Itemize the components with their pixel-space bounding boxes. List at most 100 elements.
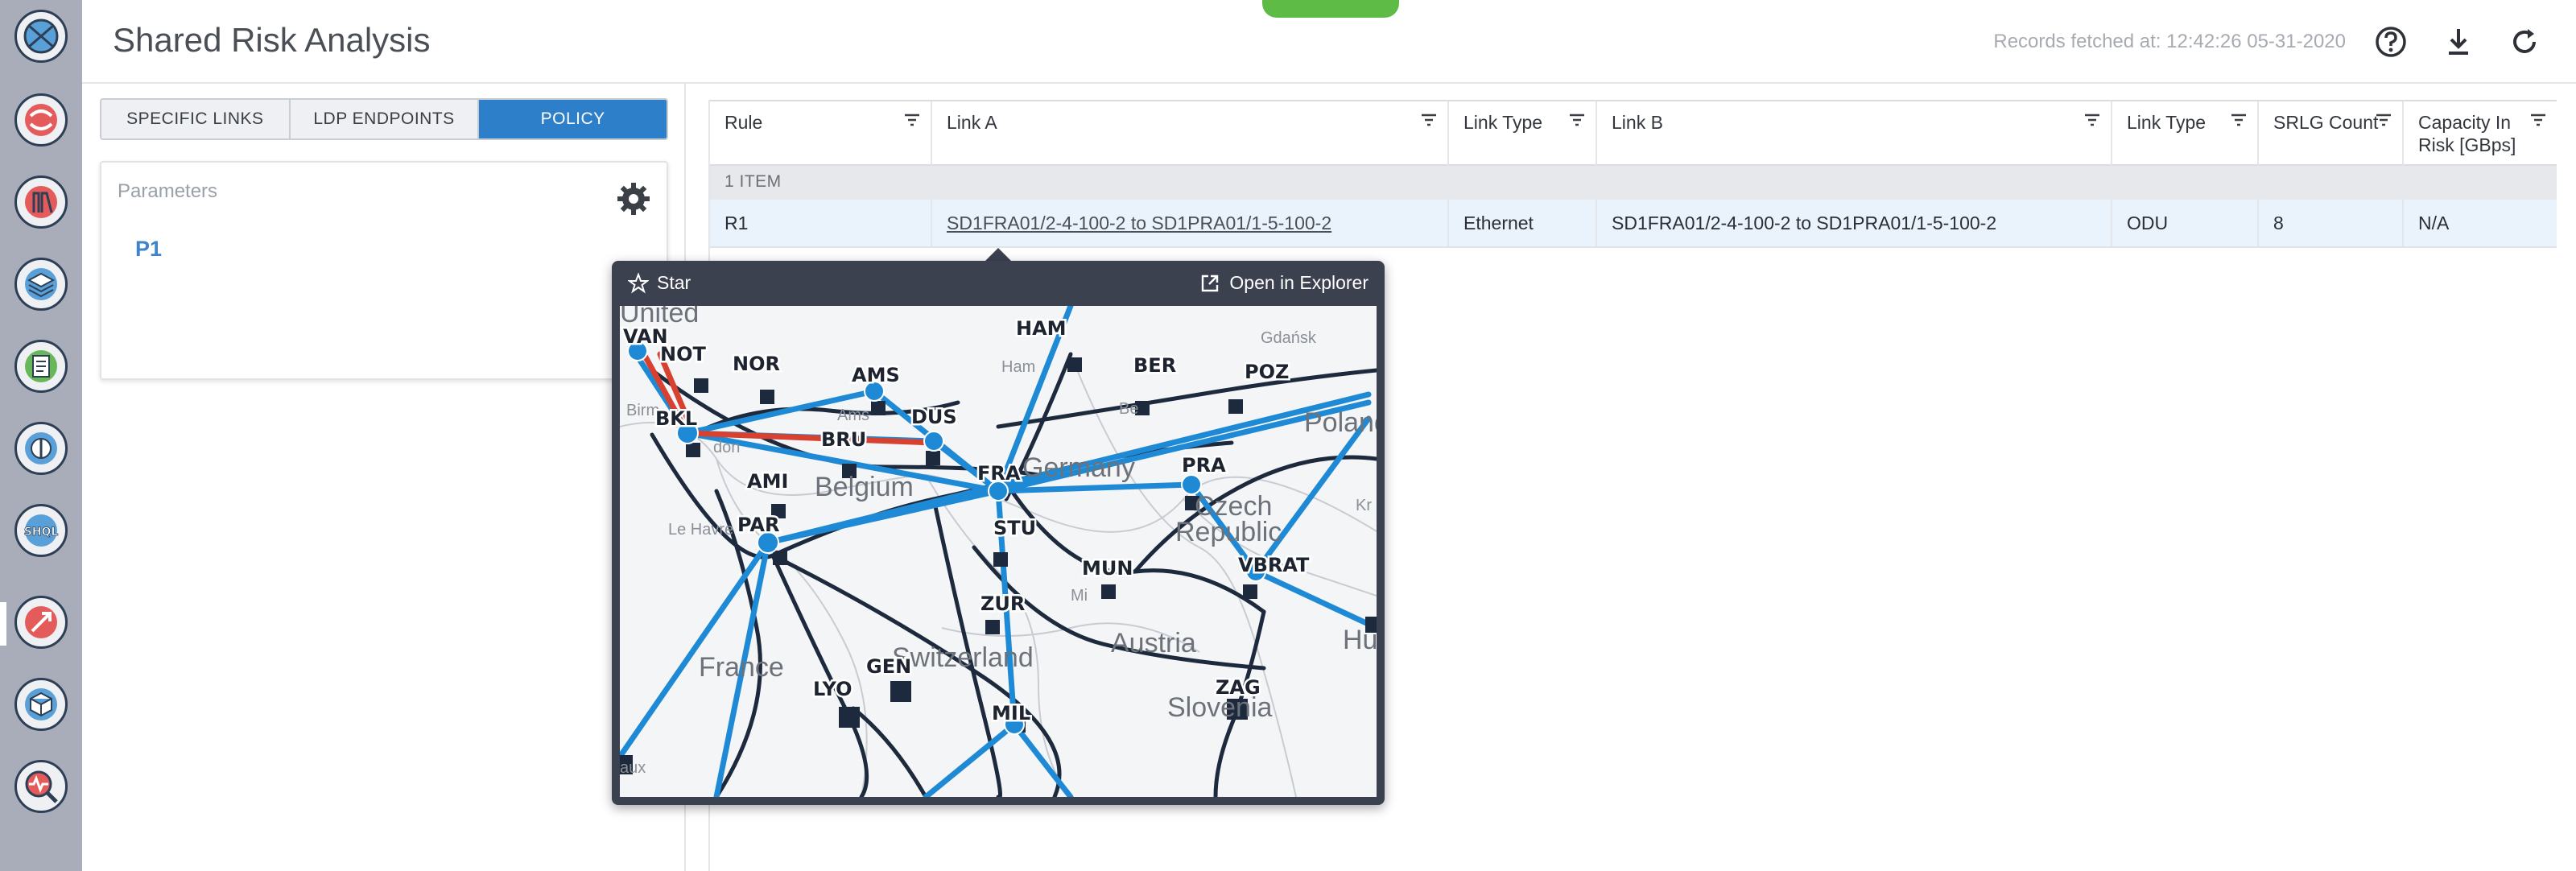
column-header-label: Link Type <box>2127 112 2207 133</box>
map-node-label[interactable]: FRA <box>976 460 1023 487</box>
map-place-label: Austria <box>1111 628 1196 658</box>
column-header-label: Link B <box>1612 112 1663 133</box>
map-node-label[interactable]: PAR <box>736 512 782 539</box>
filter-icon[interactable] <box>2230 113 2248 127</box>
download-icon[interactable] <box>2439 23 2478 61</box>
search-pulse-icon[interactable] <box>14 760 68 813</box>
column-header-label: Capacity In Risk [GBps] <box>2418 112 2516 155</box>
map-node-label[interactable]: MUN <box>1080 555 1135 582</box>
column-header-link-type-b[interactable]: Link Type <box>2112 101 2259 166</box>
map-node-label[interactable]: ZUR <box>979 591 1027 617</box>
help-icon[interactable] <box>2372 23 2410 61</box>
shql-icon[interactable]: SHQL <box>14 504 68 557</box>
layers-icon[interactable] <box>14 258 68 311</box>
map-node-label[interactable]: PRA <box>1180 452 1228 479</box>
filter-icon[interactable] <box>903 113 921 127</box>
column-header-link-type-a[interactable]: Link Type <box>1449 101 1597 166</box>
star-icon <box>628 272 649 294</box>
column-header-label: SRLG Count <box>2273 112 2379 133</box>
map-place-label: Poland <box>1304 407 1377 438</box>
tab-specific-links[interactable]: SPECIFIC LINKS <box>101 100 291 138</box>
map-node-label[interactable]: POZ <box>1243 359 1291 386</box>
column-header-label: Rule <box>724 112 763 133</box>
map-place-label: aux <box>620 759 646 777</box>
document-icon[interactable] <box>14 340 68 393</box>
open-in-explorer-button[interactable]: Open in Explorer <box>1200 272 1368 294</box>
map-place-label: don <box>713 439 740 456</box>
gear-icon[interactable] <box>615 180 652 217</box>
map-node-label[interactable]: BRU <box>819 427 869 453</box>
filter-icon[interactable] <box>1420 113 1438 127</box>
map-node-label[interactable]: NOT <box>658 341 708 368</box>
page-title: Shared Risk Analysis <box>113 21 431 59</box>
table-header: Rule Link A Link Type Link B Link Type S… <box>710 100 2557 166</box>
column-header-srlg-count[interactable]: SRLG Count <box>2259 101 2404 166</box>
map-node-label[interactable]: MIL <box>990 700 1033 727</box>
status-pill <box>1262 0 1399 18</box>
map-place-label: Birm <box>626 402 659 419</box>
column-header-label: Link A <box>947 112 997 133</box>
map-place-label: Republic <box>1175 517 1282 547</box>
map-node-label[interactable]: DUS <box>910 404 960 431</box>
left-rail: SHQL <box>0 0 82 871</box>
map-node-label[interactable]: BER <box>1132 353 1179 379</box>
map-place-label: France <box>699 652 784 683</box>
filter-icon[interactable] <box>1568 113 1586 127</box>
external-link-icon <box>1202 275 1219 291</box>
filter-icon[interactable] <box>2083 113 2101 127</box>
map-node-label[interactable]: AMI <box>745 469 791 495</box>
active-rail-marker <box>0 602 6 646</box>
star-label: Star <box>657 272 691 293</box>
compass-icon[interactable] <box>14 422 68 475</box>
map-place-label: Germany <box>1022 452 1135 483</box>
records-fetched-text: Records fetched at: 12:42:26 05-31-2020 <box>1993 31 2346 52</box>
column-header-capacity-in-risk[interactable]: Capacity In Risk [GBps] <box>2404 101 2557 166</box>
filter-icon[interactable] <box>2375 113 2392 127</box>
cube-icon[interactable] <box>14 678 68 731</box>
map-place-label: Ham <box>1001 358 1035 376</box>
parameters-card: Parameters P1 <box>100 161 668 380</box>
filter-icon[interactable] <box>2529 113 2547 127</box>
refresh-icon[interactable] <box>2505 23 2544 61</box>
map-place-label: Ams <box>837 407 869 424</box>
link-map-popup: Star Open in Explorer United Belgium Fra… <box>612 261 1385 805</box>
map-node-label[interactable]: GEN <box>865 654 914 680</box>
map-node-label[interactable]: HAM <box>1014 316 1069 342</box>
cell-link-type-a: Ethernet <box>1449 200 1597 246</box>
network-map[interactable]: United Belgium France Austria Slovenia C… <box>620 306 1377 797</box>
table-row[interactable]: R1 SD1FRA01/2-4-100-2 to SD1PRA01/1-5-10… <box>710 200 2557 248</box>
cell-link-a[interactable]: SD1FRA01/2-4-100-2 to SD1PRA01/1-5-100-2 <box>932 200 1449 246</box>
map-node-label[interactable]: LYO <box>811 676 854 703</box>
map-node-label[interactable]: VBRAT <box>1236 552 1312 579</box>
open-in-explorer-label: Open in Explorer <box>1229 272 1368 293</box>
globe-icon[interactable] <box>14 10 68 63</box>
map-place-label: Le Havre <box>668 521 733 539</box>
map-node-label[interactable]: ZAG <box>1214 675 1263 701</box>
star-button[interactable]: Star <box>628 272 691 294</box>
parameter-item-p1[interactable]: P1 <box>135 237 162 262</box>
map-node-label[interactable]: AMS <box>850 362 902 389</box>
map-node-label[interactable]: NOR <box>731 351 782 378</box>
ruler-icon[interactable] <box>14 175 68 229</box>
map-place-label: Switzerland <box>892 642 1034 673</box>
map-place-label: Kr <box>1356 497 1372 514</box>
map-place-label: Hu <box>1343 625 1377 655</box>
left-panel: SPECIFIC LINKS LDP ENDPOINTS POLICY Para… <box>82 84 686 871</box>
cell-link-b: SD1FRA01/2-4-100-2 to SD1PRA01/1-5-100-2 <box>1597 200 2112 246</box>
shql-icon-text: SHQL <box>24 526 59 539</box>
map-node-label[interactable]: BKL <box>654 406 700 432</box>
arrow-check-icon[interactable] <box>14 596 68 649</box>
page-header: Shared Risk Analysis Records fetched at:… <box>82 0 2576 84</box>
map-node-label[interactable]: STU <box>992 515 1038 542</box>
column-header-link-b[interactable]: Link B <box>1597 101 2112 166</box>
tab-ldp-endpoints[interactable]: LDP ENDPOINTS <box>290 100 480 138</box>
map-place-label: Belgium <box>815 472 914 502</box>
column-header-rule[interactable]: Rule <box>710 101 932 166</box>
column-header-link-a[interactable]: Link A <box>932 101 1449 166</box>
tab-policy[interactable]: POLICY <box>479 100 667 138</box>
mode-tabs: SPECIFIC LINKS LDP ENDPOINTS POLICY <box>100 98 668 140</box>
popup-toolbar: Star Open in Explorer <box>612 261 1385 306</box>
group-row: 1 ITEM <box>710 166 2557 200</box>
network-map-canvas[interactable]: United Belgium France Austria Slovenia C… <box>620 306 1377 797</box>
swirl-icon[interactable] <box>14 93 68 147</box>
